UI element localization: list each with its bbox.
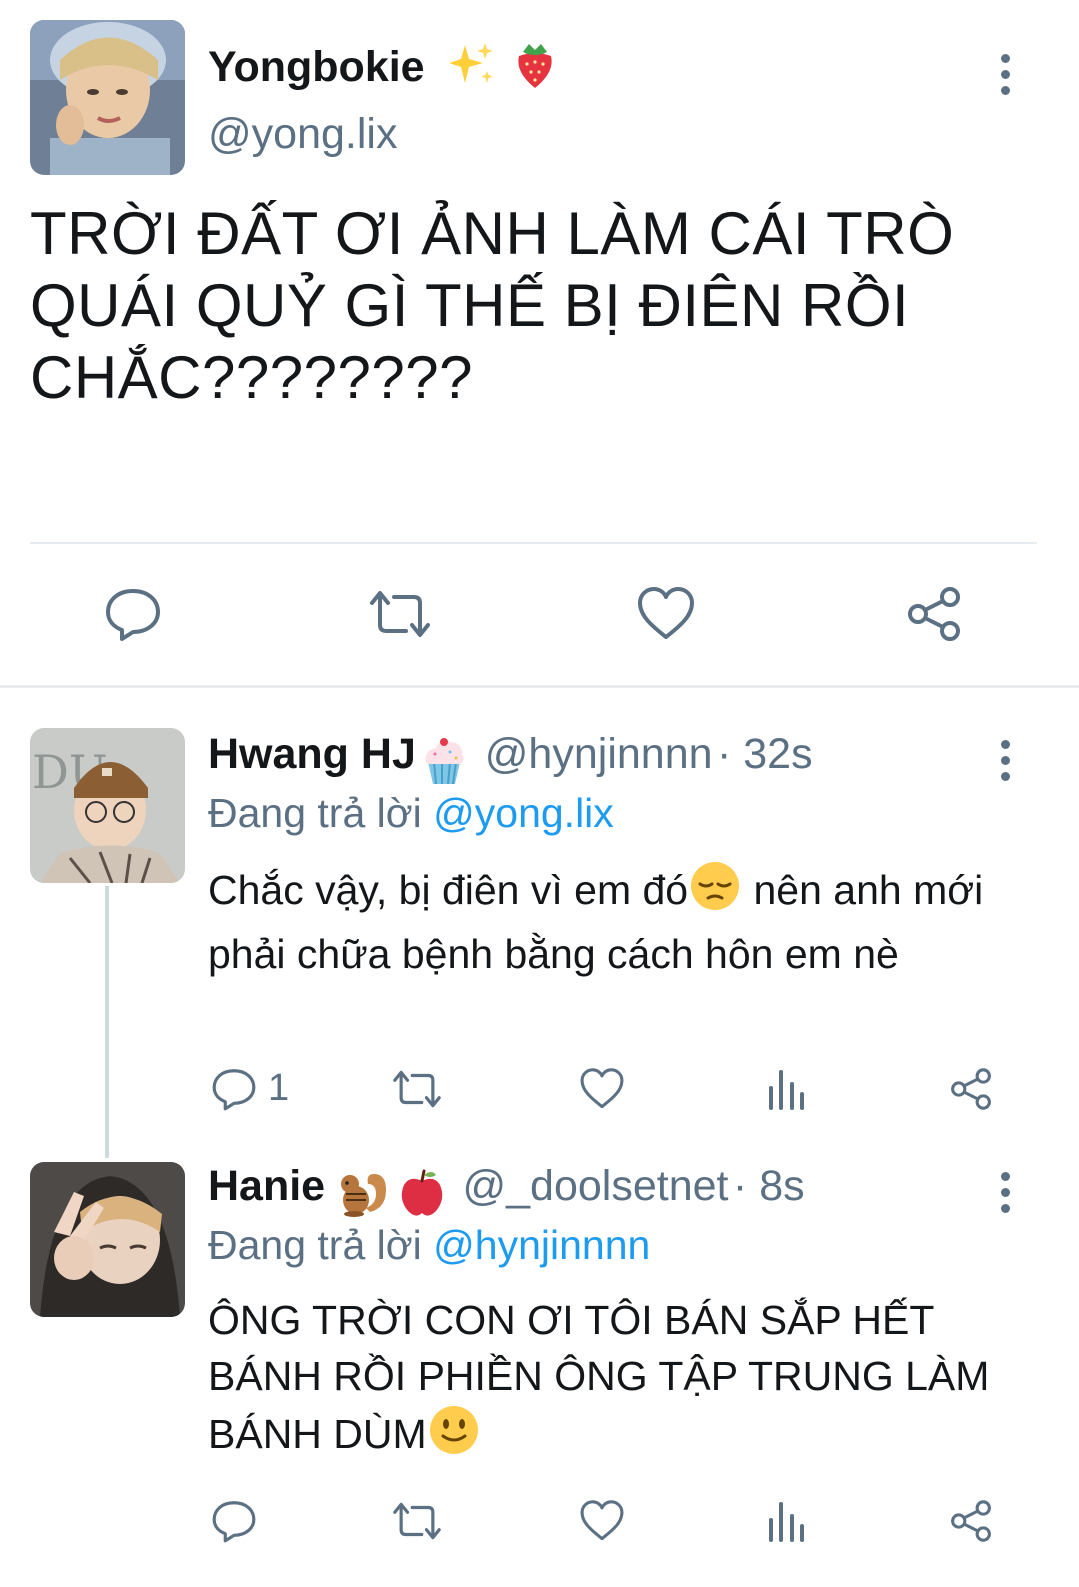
sparkles-icon xyxy=(447,39,497,100)
like-icon[interactable] xyxy=(636,585,696,643)
replying-label: Đang trả lời xyxy=(208,790,422,836)
replying-to: Đang trả lời @hynjinnnn xyxy=(208,1222,650,1269)
reply-count: 1 xyxy=(268,1067,290,1109)
avatar-yongbokie[interactable] xyxy=(30,20,185,175)
more-options-icon[interactable] xyxy=(993,740,1017,781)
reply-header: Hwang HJ @hynjinnnn · 32s xyxy=(208,730,813,791)
replying-to-mention[interactable]: @hynjinnnn xyxy=(433,1222,650,1268)
display-name[interactable]: Hanie xyxy=(208,1162,325,1210)
more-options-icon[interactable] xyxy=(993,54,1017,95)
like-icon[interactable] xyxy=(579,1066,625,1112)
reply-handle[interactable]: @hynjinnnn xyxy=(485,730,713,778)
retweet-icon[interactable] xyxy=(390,1498,444,1544)
tweet-text: TRỜI ĐẤT ƠI ẢNH LÀM CÁI TRÒ QUÁI QUỶ GÌ … xyxy=(30,200,955,411)
reply-text: ÔNG TRỜI CON ƠI TÔI BÁN SẮP HẾT BÁNH RỒI… xyxy=(208,1292,1008,1470)
pensive-face-icon xyxy=(688,860,742,926)
analytics-icon[interactable] xyxy=(766,1066,808,1112)
replying-to-mention[interactable]: @yong.lix xyxy=(433,790,614,836)
reply-handle[interactable]: @_doolsetnet xyxy=(462,1162,728,1210)
reply-icon[interactable] xyxy=(104,585,162,643)
section-divider xyxy=(0,685,1079,688)
strawberry-icon xyxy=(509,38,561,101)
apple-icon xyxy=(396,1167,448,1224)
thread-line xyxy=(105,886,109,1158)
retweet-icon[interactable] xyxy=(390,1066,444,1112)
share-icon[interactable] xyxy=(948,1066,994,1112)
replying-to: Đang trả lời @yong.lix xyxy=(208,790,614,837)
display-name[interactable]: Hwang HJ xyxy=(208,730,416,778)
cupcake-icon xyxy=(420,736,468,791)
author-handle[interactable]: @yong.lix xyxy=(208,110,397,159)
divider xyxy=(30,542,1037,544)
reply-icon[interactable] xyxy=(211,1066,257,1112)
reply-icon[interactable] xyxy=(211,1498,257,1544)
analytics-icon[interactable] xyxy=(766,1498,808,1544)
chipmunk-icon xyxy=(336,1168,392,1223)
reply-text-part1: Chắc vậy, bị điên vì em đó xyxy=(208,866,689,913)
reply-text: Chắc vậy, bị điên vì em đó nên anh mới p… xyxy=(208,860,1008,982)
like-icon[interactable] xyxy=(579,1498,625,1544)
reply-header: Hanie @_doolsetnet · 8s xyxy=(208,1162,805,1224)
display-name: Yongbokie xyxy=(208,42,425,91)
author-name[interactable]: Yongbokie xyxy=(208,38,561,101)
share-icon[interactable] xyxy=(904,585,964,643)
avatar-hwang-hj[interactable]: DU xyxy=(30,728,185,883)
reply-text-part1: ÔNG TRỜI CON ƠI TÔI BÁN SẮP HẾT BÁNH RỒI… xyxy=(208,1297,990,1457)
reply-time: · 32s xyxy=(716,730,813,778)
retweet-icon[interactable] xyxy=(366,585,434,643)
replying-label: Đang trả lời xyxy=(208,1222,422,1268)
share-icon[interactable] xyxy=(948,1498,994,1544)
avatar-hanie[interactable] xyxy=(30,1162,185,1317)
slight-smile-icon xyxy=(427,1404,481,1470)
reply-time: · 8s xyxy=(732,1162,805,1210)
more-options-icon[interactable] xyxy=(993,1172,1017,1213)
